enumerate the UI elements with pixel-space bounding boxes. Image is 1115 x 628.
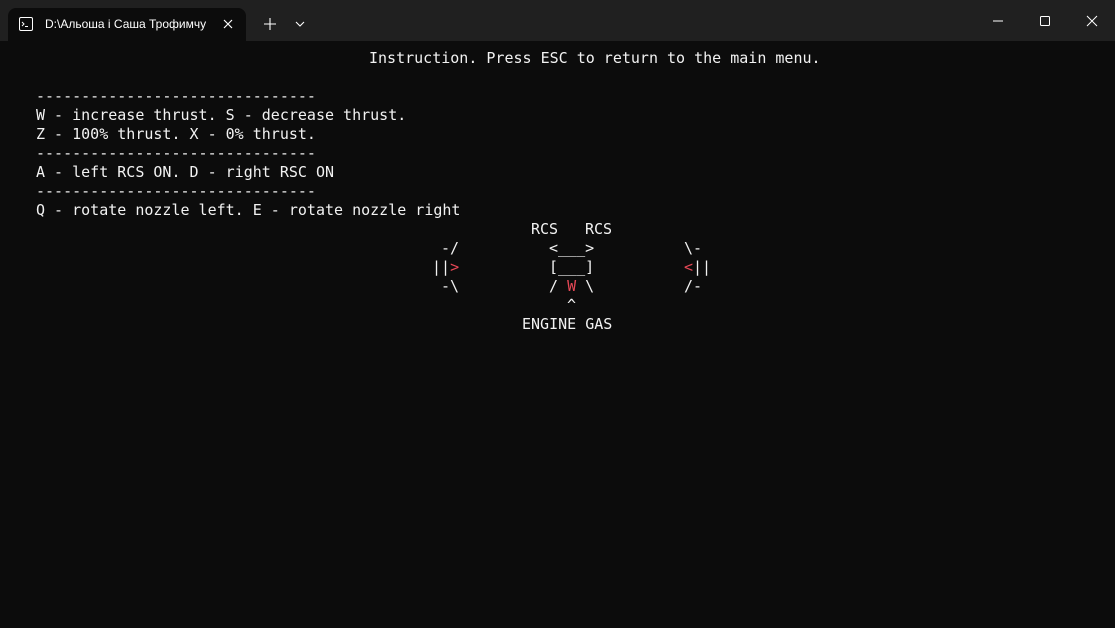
thrust-instructions-2: Z - 100% thrust. X - 0% thrust. (36, 125, 316, 143)
separator: ------------------------------- (36, 182, 316, 200)
chevron-down-icon[interactable] (291, 15, 309, 33)
right-thruster-mid: <|| (684, 258, 711, 277)
maximize-icon (1040, 16, 1050, 26)
separator: ------------------------------- (36, 144, 316, 162)
separator: ------------------------------- (36, 87, 316, 105)
nozzle-instructions: Q - rotate nozzle left. E - rotate nozzl… (36, 201, 461, 219)
nozzle-left: / (549, 277, 568, 295)
right-rcs-arrow: < (684, 258, 694, 276)
plus-icon[interactable] (260, 14, 280, 34)
instruction-header: Instruction. Press ESC to return to the … (369, 49, 821, 67)
minimize-icon (993, 20, 1003, 22)
close-icon (1086, 15, 1098, 27)
terminal-output[interactable]: Instruction. Press ESC to return to the … (0, 41, 1115, 628)
ship-top: <___> (549, 239, 595, 257)
left-thruster-top: -/ (441, 239, 460, 257)
left-thruster-bars: || (432, 258, 451, 276)
ship-nozzle: / W \ (549, 277, 594, 296)
ship-body: [___] (549, 258, 595, 276)
rcs-right-label: RCS (585, 220, 613, 238)
engine-caret: ^ (567, 296, 577, 314)
terminal-window: D:\Альоша і Саша Трофимчу Instruction. P… (0, 0, 1115, 628)
tab-title: D:\Альоша і Саша Трофимчу (45, 17, 207, 31)
engine-gas-label: ENGINE GAS (522, 315, 613, 333)
maximize-button[interactable] (1022, 0, 1068, 41)
close-button[interactable] (1069, 0, 1115, 41)
tab-close-icon[interactable] (220, 16, 236, 32)
rcs-instructions: A - left RCS ON. D - right RSC ON (36, 163, 335, 181)
minimize-button[interactable] (975, 0, 1021, 41)
thrust-instructions-1: W - increase thrust. S - decrease thrust… (36, 106, 407, 124)
right-thruster-bottom: /- (684, 277, 703, 295)
terminal-tab[interactable]: D:\Альоша і Саша Трофимчу (8, 8, 246, 41)
terminal-icon (19, 17, 33, 31)
left-thruster-mid: ||> (432, 258, 459, 277)
title-bar: D:\Альоша і Саша Трофимчу (0, 0, 1115, 41)
left-thruster-bottom: -\ (441, 277, 460, 295)
engine-flame: W (567, 277, 577, 295)
rcs-left-label: RCS (531, 220, 559, 238)
right-thruster-bars: || (693, 258, 712, 276)
right-thruster-top: \- (684, 239, 703, 257)
nozzle-right: \ (576, 277, 595, 295)
left-rcs-arrow: > (450, 258, 460, 276)
